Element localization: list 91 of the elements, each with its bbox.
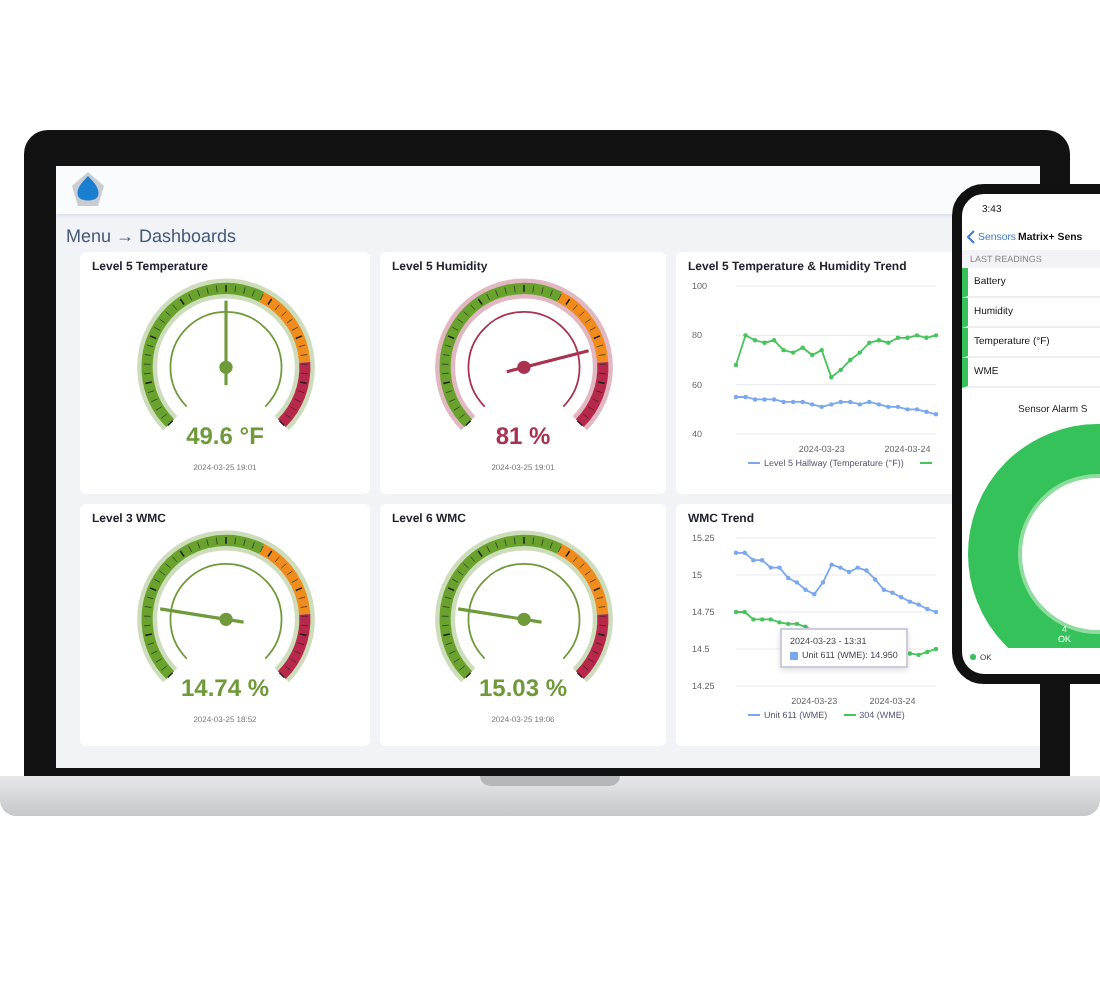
data-point — [790, 399, 796, 405]
laptop-notch — [480, 776, 620, 786]
data-point — [794, 580, 800, 585]
data-point — [743, 394, 748, 400]
data-point — [855, 565, 860, 570]
data-point — [829, 562, 834, 567]
data-point — [743, 333, 748, 338]
gauge-value: 49.6 °F — [186, 422, 264, 450]
data-point — [857, 350, 862, 355]
data-point — [733, 362, 739, 368]
data-point — [867, 399, 872, 405]
data-point — [933, 646, 939, 652]
gauge-value: 81 % — [495, 422, 551, 450]
data-point — [916, 652, 921, 658]
data-point — [733, 609, 739, 615]
data-point — [876, 338, 882, 343]
data-point — [785, 621, 791, 627]
data-point — [933, 609, 939, 615]
data-point — [857, 402, 862, 407]
data-point — [881, 587, 887, 592]
breadcrumb: Menu → Dashboards — [64, 224, 239, 250]
data-point — [751, 558, 756, 563]
data-point — [733, 394, 739, 400]
data-point — [924, 335, 929, 340]
data-point — [925, 606, 930, 612]
data-point — [762, 340, 767, 345]
data-point — [819, 404, 824, 410]
data-point — [768, 565, 773, 570]
data-point — [933, 412, 939, 417]
logo-icon[interactable] — [68, 170, 108, 210]
data-point — [914, 333, 920, 338]
data-point — [829, 402, 834, 407]
data-point — [829, 375, 834, 380]
data-point — [838, 565, 843, 570]
data-point — [820, 580, 826, 585]
data-point — [803, 587, 808, 592]
data-point — [895, 404, 901, 410]
data-point — [777, 565, 782, 570]
data-point — [800, 345, 805, 350]
data-point — [759, 558, 765, 563]
data-point — [759, 617, 765, 622]
data-point — [812, 592, 817, 597]
data-point — [916, 602, 921, 607]
data-point — [752, 397, 758, 402]
back-chevron-icon[interactable] — [966, 230, 976, 244]
data-point — [794, 621, 800, 627]
data-point — [781, 347, 786, 353]
data-point — [790, 350, 796, 355]
data-point — [867, 340, 872, 345]
data-point — [810, 402, 815, 407]
data-point — [742, 550, 747, 555]
data-point — [925, 649, 930, 655]
gauge-value: 15.03 % — [478, 674, 568, 702]
legend-dot — [970, 654, 976, 660]
data-point — [846, 569, 852, 575]
data-point — [800, 399, 805, 405]
data-point — [886, 340, 891, 345]
data-point — [771, 397, 777, 402]
data-point — [838, 367, 843, 373]
data-point — [771, 338, 777, 343]
data-point — [777, 620, 782, 625]
data-point — [899, 595, 904, 600]
data-point — [886, 404, 891, 410]
data-point — [768, 617, 773, 622]
data-point — [914, 407, 920, 412]
data-point — [876, 402, 882, 407]
data-point — [838, 399, 843, 405]
data-point — [890, 590, 895, 595]
data-point — [752, 338, 758, 343]
legend-marker — [919, 458, 932, 468]
data-point — [864, 568, 869, 573]
series-swatch-icon — [790, 651, 798, 659]
data-point — [933, 333, 939, 338]
gauge-value: 14.74 % — [180, 674, 270, 702]
data-point — [781, 399, 786, 405]
data-point — [810, 352, 815, 358]
data-point — [924, 409, 929, 414]
data-point — [848, 357, 853, 363]
data-point — [733, 550, 739, 555]
data-point — [751, 617, 756, 622]
data-point — [872, 577, 878, 582]
data-point — [819, 347, 824, 353]
data-point — [907, 651, 913, 656]
data-point — [762, 397, 767, 402]
data-point — [742, 609, 747, 615]
data-point — [785, 575, 791, 581]
data-point — [907, 599, 913, 604]
data-point — [848, 399, 853, 405]
data-point — [905, 407, 910, 412]
data-point — [905, 335, 910, 340]
data-point — [895, 335, 901, 340]
